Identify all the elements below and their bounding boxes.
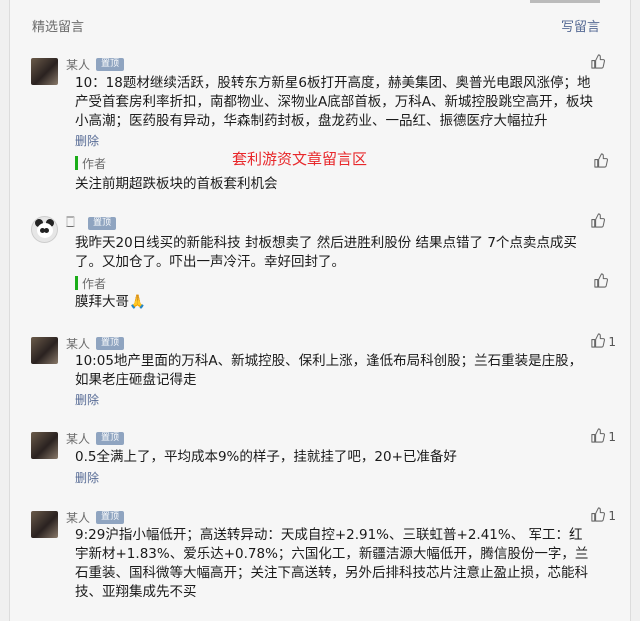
- comment-text: 9:29沪指小幅低开；高送转异动：天成自控+2.91%、三联虹普+2.41%、 …: [75, 527, 589, 600]
- avatar[interactable]: [31, 337, 58, 364]
- top-divider: [530, 0, 600, 3]
- comment-author: 🀆: [66, 215, 75, 228]
- watermark-text: 套利游资文章留言区: [232, 150, 368, 168]
- comment-text: 0.5全满上了，平均成本9%的样子，挂就挂了吧，20+已准备好: [75, 449, 457, 465]
- pinned-badge: 置顶: [96, 58, 125, 71]
- section-title: 精选留言: [32, 20, 85, 35]
- thumbs-up-icon: [593, 153, 608, 171]
- author-reply-bar: [75, 156, 78, 170]
- thumbs-up-icon: [590, 507, 606, 525]
- author-label: 作者: [82, 277, 107, 291]
- thumbs-up-icon: [590, 428, 606, 446]
- comment-text: 10：18题材继续活跃，股转东方新星6板打开高度，赫美集团、奥普光电跟风涨停；地…: [75, 75, 593, 129]
- like-button[interactable]: [590, 54, 608, 72]
- like-button[interactable]: 1: [590, 507, 616, 525]
- author-reply-bar: [75, 276, 78, 290]
- write-comment-link[interactable]: 写留言: [561, 16, 600, 35]
- thumbs-up-icon: [593, 273, 608, 291]
- thumbs-up-icon: [590, 333, 606, 351]
- author-label: 作者: [82, 157, 107, 171]
- delete-link[interactable]: 删除: [75, 469, 99, 486]
- reply-like-button[interactable]: [593, 153, 608, 171]
- like-button[interactable]: [590, 213, 608, 231]
- comment-author: 某人: [66, 432, 91, 446]
- comment-author: 某人: [66, 58, 91, 72]
- thumbs-up-icon: [590, 54, 605, 72]
- avatar[interactable]: [31, 58, 58, 85]
- comment-text: 10:05地产里面的万科A、新城控股、保利上涨，逢低布局科创股；兰石重装是庄股，…: [75, 353, 583, 388]
- reply-like-button[interactable]: [593, 273, 608, 291]
- comments-panel: 精选留言 写留言 某人 置顶 10：18题材继续活跃，股转东方新星6板打开高度，…: [9, 0, 631, 621]
- pinned-badge: 置顶: [88, 217, 117, 230]
- like-count: 1: [608, 509, 616, 523]
- comment-text: 我昨天20日线买的新能科技 封板想卖了 然后进胜利股份 结果点错了 7个点卖点成…: [75, 235, 577, 270]
- avatar[interactable]: [31, 511, 58, 538]
- pinned-badge: 置顶: [96, 337, 125, 350]
- author-reply-text: 关注前期超跌板块的首板套利机会: [75, 176, 278, 192]
- like-count: 1: [608, 430, 616, 444]
- comment-author: 某人: [66, 337, 91, 351]
- comment-author: 某人: [66, 511, 91, 525]
- avatar[interactable]: [31, 432, 58, 459]
- like-button[interactable]: 1: [590, 428, 616, 446]
- avatar[interactable]: [31, 216, 58, 243]
- delete-link[interactable]: 删除: [75, 391, 99, 408]
- delete-link[interactable]: 删除: [75, 132, 99, 149]
- author-reply-text: 膜拜大哥🙏: [75, 294, 146, 310]
- like-button[interactable]: 1: [590, 333, 616, 351]
- pinned-badge: 置顶: [96, 511, 125, 524]
- like-count: 1: [608, 335, 616, 349]
- thumbs-up-icon: [590, 213, 605, 231]
- pinned-badge: 置顶: [96, 432, 125, 445]
